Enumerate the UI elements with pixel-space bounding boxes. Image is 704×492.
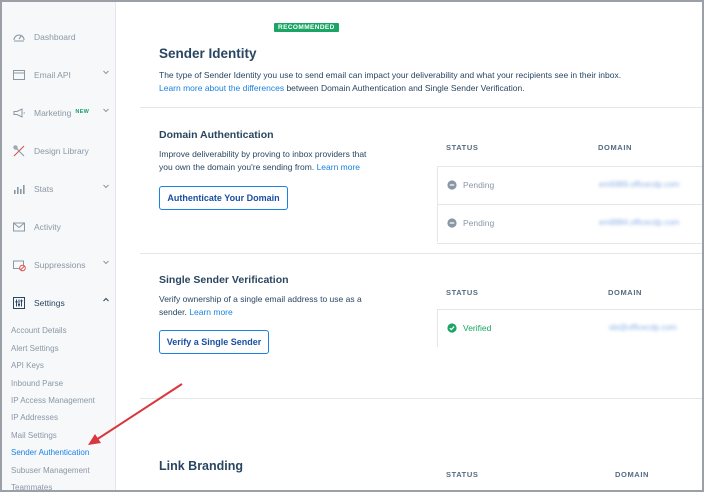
domain-auth-learn-more-link[interactable]: Learn more xyxy=(317,162,360,172)
sidebar-item-label: Stats xyxy=(34,184,54,194)
sidebar-item-label: Design Library xyxy=(34,146,89,156)
domain-auth-title: Domain Authentication xyxy=(159,129,274,141)
column-header-status: STATUS xyxy=(446,470,479,479)
verified-check-icon xyxy=(447,323,457,333)
domain-auth-table: STATUS DOMAIN Pending em6989.officecdp.c… xyxy=(437,140,702,245)
domain-text: em8884.officecdp.com xyxy=(599,218,680,227)
subnav-mail-settings[interactable]: Mail Settings xyxy=(11,431,57,440)
link-branding-table: STATUS DOMAIN xyxy=(437,468,702,490)
settings-icon xyxy=(13,297,25,309)
megaphone-icon xyxy=(13,108,25,118)
sidebar-item-marketing[interactable]: Marketing NEW xyxy=(2,98,116,128)
status-text: Pending xyxy=(463,218,495,228)
dashboard-icon xyxy=(13,34,25,42)
main-content: RECOMMENDED Sender Identity The type of … xyxy=(140,2,702,490)
sidebar-item-design-library[interactable]: Design Library xyxy=(2,136,116,166)
subnav-alert-settings[interactable]: Alert Settings xyxy=(11,344,59,353)
sender-identity-title: Sender Identity xyxy=(159,46,257,61)
sidebar-item-label: Suppressions xyxy=(34,260,86,270)
pending-icon xyxy=(447,180,457,190)
verify-single-sender-button[interactable]: Verify a Single Sender xyxy=(159,330,269,354)
stats-icon xyxy=(14,185,25,194)
domain-text: em6989.officecdp.com xyxy=(599,180,680,189)
table-row[interactable]: Pending em8884.officecdp.com xyxy=(437,204,702,242)
new-badge: NEW xyxy=(75,109,90,115)
sidebar-item-email-api[interactable]: Email API xyxy=(2,60,116,90)
chevron-down-icon xyxy=(103,184,109,189)
sidebar-item-suppressions[interactable]: Suppressions xyxy=(2,250,116,280)
divider xyxy=(437,243,702,244)
sidebar-item-label: Marketing xyxy=(34,108,72,118)
table-row[interactable]: Pending em6989.officecdp.com xyxy=(437,166,702,204)
domain-text: sbi@officecdp.com xyxy=(609,323,677,332)
status-text: Pending xyxy=(463,180,495,190)
divider xyxy=(140,398,702,399)
subnav-ip-addresses[interactable]: IP Addresses xyxy=(11,413,58,422)
chevron-down-icon xyxy=(103,70,109,75)
sidebar-item-label: Email API xyxy=(34,70,71,80)
sidebar-item-label: Dashboard xyxy=(34,32,76,42)
single-sender-description-line2: sender. xyxy=(159,307,187,317)
column-header-status: STATUS xyxy=(446,143,479,152)
domain-auth-description-line1: Improve deliverability by proving to inb… xyxy=(159,149,367,159)
status-text: Verified xyxy=(463,323,492,333)
sender-identity-link-suffix: between Domain Authentication and Single… xyxy=(284,83,525,93)
single-sender-title: Single Sender Verification xyxy=(159,274,289,286)
sidebar-item-label: Settings xyxy=(34,298,65,308)
domain-auth-description-line2: you own the domain you're sending from. xyxy=(159,162,315,172)
column-header-domain: DOMAIN xyxy=(615,470,650,479)
link-branding-title: Link Branding xyxy=(159,459,244,473)
subnav-teammates[interactable]: Teammates xyxy=(11,483,52,490)
chevron-down-icon xyxy=(103,108,109,113)
design-library-icon xyxy=(13,145,25,157)
subnav-api-keys[interactable]: API Keys xyxy=(11,361,44,370)
sidebar-item-activity[interactable]: Activity xyxy=(2,212,116,242)
single-sender-table: STATUS DOMAIN Verified sbi@officecdp.com xyxy=(437,285,702,350)
subnav-subuser-management[interactable]: Subuser Management xyxy=(11,466,90,475)
single-sender-learn-more-link[interactable]: Learn more xyxy=(189,307,232,317)
suppressions-icon xyxy=(13,260,26,272)
sidebar-item-stats[interactable]: Stats xyxy=(2,174,116,204)
app-window: Dashboard Email API Marketing NEW Design … xyxy=(0,0,704,492)
column-header-status: STATUS xyxy=(446,288,479,297)
sidebar-item-dashboard[interactable]: Dashboard xyxy=(2,22,116,52)
subnav-sender-authentication[interactable]: Sender Authentication xyxy=(11,448,89,457)
subnav-inbound-parse[interactable]: Inbound Parse xyxy=(11,379,63,388)
email-api-icon xyxy=(13,70,25,80)
divider xyxy=(140,253,702,254)
sender-identity-description: The type of Sender Identity you use to s… xyxy=(159,70,622,80)
column-header-domain: DOMAIN xyxy=(608,288,643,297)
sidebar-item-settings[interactable]: Settings xyxy=(2,288,116,318)
chevron-down-icon xyxy=(103,260,109,265)
learn-more-differences-link[interactable]: Learn more about the differences xyxy=(159,83,284,93)
column-header-domain: DOMAIN xyxy=(598,143,633,152)
subnav-account-details[interactable]: Account Details xyxy=(11,326,67,335)
chevron-up-icon xyxy=(103,297,109,302)
pending-icon xyxy=(447,218,457,228)
recommended-badge: RECOMMENDED xyxy=(274,23,339,32)
authenticate-domain-button[interactable]: Authenticate Your Domain xyxy=(159,186,288,210)
sidebar: Dashboard Email API Marketing NEW Design … xyxy=(2,2,116,490)
activity-icon xyxy=(13,222,25,232)
single-sender-description-line1: Verify ownership of a single email addre… xyxy=(159,294,362,304)
subnav-ip-access-management[interactable]: IP Access Management xyxy=(11,396,95,405)
table-row[interactable]: Verified sbi@officecdp.com xyxy=(437,309,702,347)
divider xyxy=(140,107,702,108)
sidebar-item-label: Activity xyxy=(34,222,61,232)
